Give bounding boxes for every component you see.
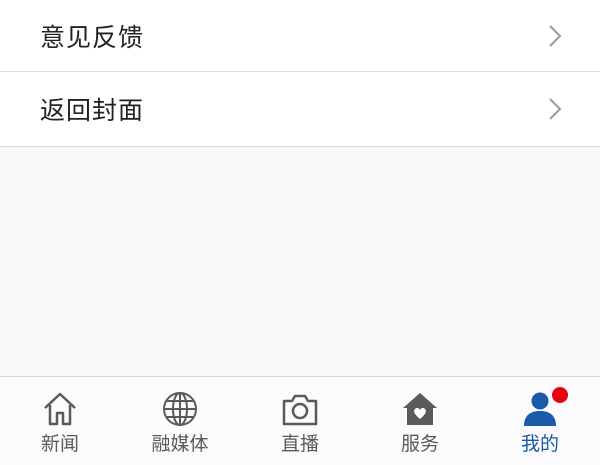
camera-icon [282, 394, 318, 426]
house-heart-icon [403, 393, 437, 425]
menu-item-label: 返回封面 [40, 96, 145, 125]
menu-item-back-to-cover[interactable]: 返回封面 [0, 72, 600, 147]
globe-icon [163, 392, 197, 426]
bottom-tab-bar: 新闻 融媒体 直播 服务 我的 [0, 376, 600, 465]
chevron-right-icon [549, 98, 562, 120]
chevron-right-icon [549, 24, 562, 47]
menu-item-feedback[interactable]: 意见反馈 [0, 0, 600, 72]
tab-news[interactable]: 新闻 [0, 377, 120, 465]
tab-label: 我的 [520, 433, 559, 455]
settings-list: 意见反馈 返回封面 [0, 0, 600, 147]
tab-media[interactable]: 融媒体 [120, 377, 240, 465]
tab-label: 直播 [280, 433, 319, 455]
tab-mine[interactable]: 我的 [480, 377, 600, 465]
home-icon [44, 392, 76, 426]
tab-live[interactable]: 直播 [240, 377, 360, 465]
tab-label: 融媒体 [151, 433, 209, 455]
notification-badge [552, 387, 568, 403]
tab-services[interactable]: 服务 [360, 377, 480, 465]
menu-item-label: 意见反馈 [40, 22, 145, 52]
tab-label: 新闻 [40, 433, 79, 455]
tab-label: 服务 [400, 433, 439, 455]
